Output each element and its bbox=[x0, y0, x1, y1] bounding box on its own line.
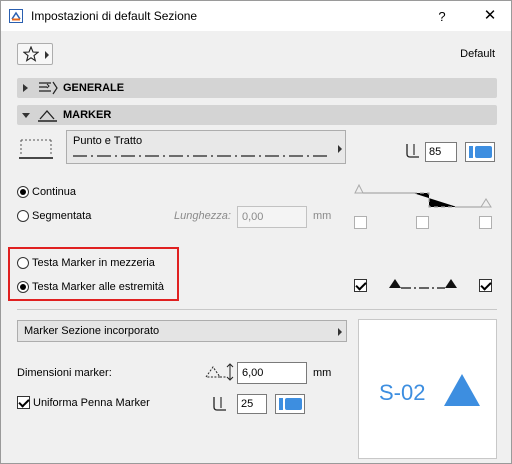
estremita-label: Testa Marker alle estremità bbox=[32, 281, 165, 293]
marker-right-checkbox[interactable] bbox=[479, 279, 492, 292]
line-type-preview-icon bbox=[19, 139, 53, 159]
dimensioni-label: Dimensioni marker: bbox=[17, 367, 112, 379]
expand-arrow-icon bbox=[23, 84, 28, 92]
line-type-dropdown[interactable]: Punto e Tratto bbox=[66, 130, 346, 164]
uniforma-checkbox[interactable] bbox=[17, 396, 30, 409]
marker-size-icon bbox=[205, 363, 234, 381]
marker-pen-input[interactable]: 25 bbox=[237, 394, 267, 414]
mezzeria-label: Testa Marker in mezzeria bbox=[32, 257, 155, 269]
pen-icon bbox=[406, 144, 419, 158]
default-label: Default bbox=[460, 48, 495, 60]
continua-label: Continua bbox=[32, 186, 77, 198]
segment-right-checkbox[interactable] bbox=[479, 216, 492, 229]
lunghezza-label: Lunghezza: bbox=[174, 210, 231, 222]
section-generale[interactable]: GENERALE bbox=[17, 78, 497, 98]
star-icon bbox=[23, 46, 39, 62]
archicad-section-icon bbox=[9, 9, 23, 23]
title-bar: Impostazioni di default Sezione ? ✕ bbox=[1, 1, 511, 31]
general-settings-icon bbox=[39, 81, 58, 95]
pen-icon bbox=[213, 397, 226, 411]
dimensioni-input[interactable]: 6,00 bbox=[237, 362, 307, 384]
marker-type-label: Marker Sezione incorporato bbox=[24, 325, 160, 337]
mezzeria-radio[interactable] bbox=[17, 257, 29, 269]
segment-diagram-icon bbox=[354, 183, 492, 208]
line-type-label: Punto e Tratto bbox=[73, 135, 143, 147]
triangle-marker-icon bbox=[444, 374, 480, 406]
segment-middle-checkbox[interactable] bbox=[416, 216, 429, 229]
favorites-button[interactable] bbox=[17, 43, 53, 65]
continua-radio[interactable] bbox=[17, 186, 29, 198]
dialog-window: Impostazioni di default Sezione ? ✕ Defa… bbox=[0, 0, 512, 464]
marker-preview: S-02 bbox=[358, 319, 497, 459]
dash-dot-line-icon bbox=[73, 155, 331, 157]
preview-label: S-02 bbox=[379, 380, 426, 405]
marker-icon bbox=[38, 110, 57, 122]
chevron-right-icon bbox=[338, 145, 342, 153]
window-title: Impostazioni di default Sezione bbox=[31, 9, 198, 23]
section-marker-label: MARKER bbox=[63, 109, 112, 121]
line-pen-color-button[interactable] bbox=[465, 142, 495, 162]
marker-ends-diagram-icon bbox=[389, 279, 457, 289]
marker-pen-color-button[interactable] bbox=[275, 394, 305, 414]
segmentata-label: Segmentata bbox=[32, 210, 92, 222]
estremita-radio[interactable] bbox=[17, 281, 29, 293]
close-button[interactable]: ✕ bbox=[475, 5, 505, 27]
help-button[interactable]: ? bbox=[429, 7, 455, 27]
uniforma-label: Uniforma Penna Marker bbox=[33, 397, 150, 409]
lunghezza-input[interactable]: 0,00 bbox=[237, 206, 307, 228]
chevron-right-icon bbox=[338, 328, 342, 336]
divider bbox=[17, 309, 497, 310]
collapse-arrow-icon bbox=[22, 113, 30, 118]
marker-left-checkbox[interactable] bbox=[354, 279, 367, 292]
marker-type-dropdown[interactable]: Marker Sezione incorporato bbox=[17, 320, 347, 342]
lunghezza-unit: mm bbox=[313, 210, 332, 222]
section-generale-label: GENERALE bbox=[63, 82, 125, 94]
line-pen-input[interactable]: 85 bbox=[425, 142, 457, 162]
segment-left-checkbox[interactable] bbox=[354, 216, 367, 229]
chevron-right-icon bbox=[45, 51, 49, 59]
section-marker[interactable]: MARKER bbox=[17, 105, 497, 125]
segmentata-radio[interactable] bbox=[17, 210, 29, 222]
dimensioni-unit: mm bbox=[313, 367, 332, 379]
